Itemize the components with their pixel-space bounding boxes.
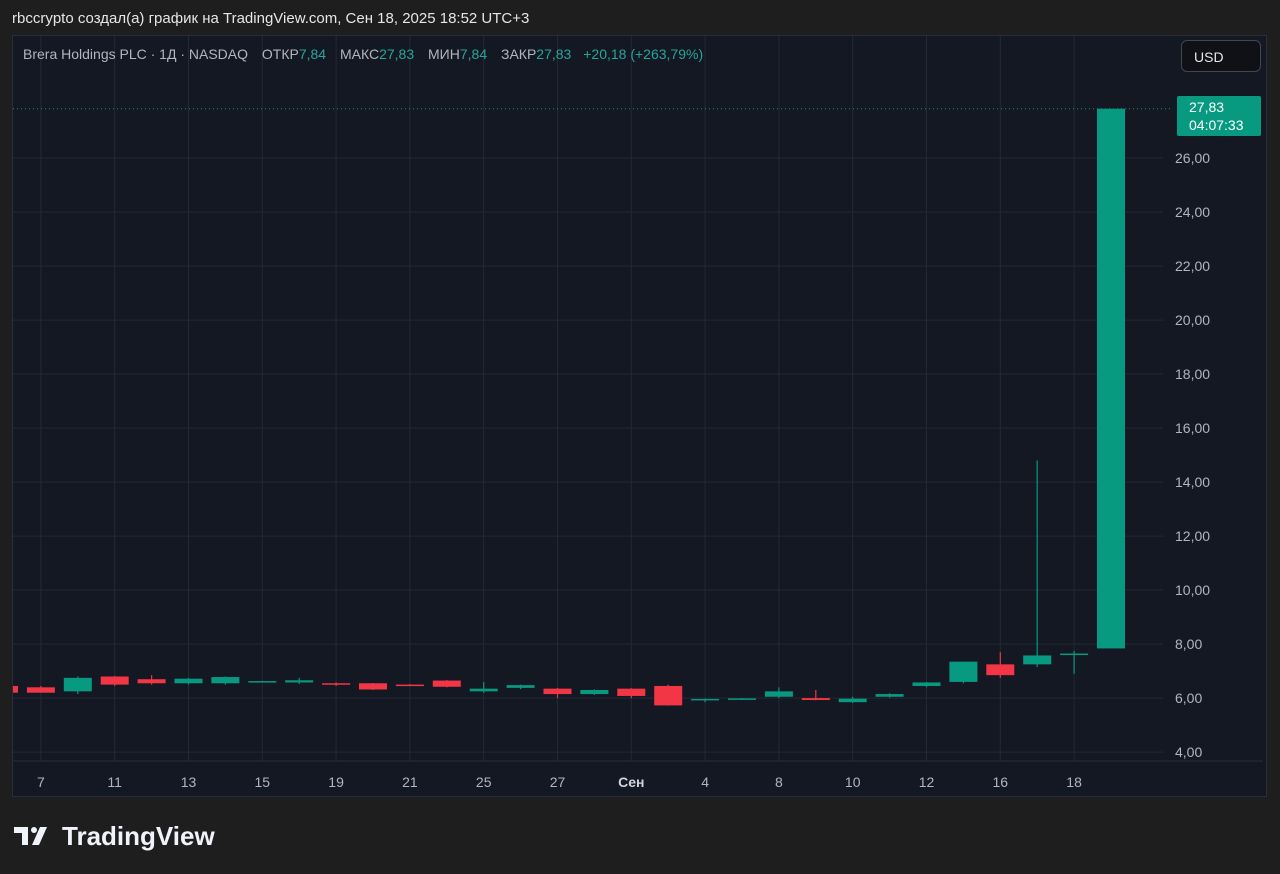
candle-body <box>26 687 55 693</box>
x-tick-label: 18 <box>1066 774 1082 790</box>
tradingview-logo: TradingView <box>14 820 215 852</box>
candle-body <box>838 698 867 703</box>
x-tick-label: 4 <box>701 774 709 790</box>
symbol-label[interactable]: Brera Holdings PLC · 1Д · NASDAQ <box>23 46 248 62</box>
candle-body <box>174 678 203 684</box>
candle-body <box>654 685 683 706</box>
y-tick-label: 24,00 <box>1175 204 1210 220</box>
candle-body <box>285 680 314 683</box>
x-tick-label: 25 <box>476 774 492 790</box>
y-tick-label: 14,00 <box>1175 474 1210 490</box>
x-tick-label: 21 <box>402 774 418 790</box>
last-price: 27,83 <box>1189 99 1225 115</box>
x-tick-label: 8 <box>775 774 783 790</box>
open-label: ОТКР <box>261 46 299 62</box>
candle-body <box>211 677 240 684</box>
candle-body <box>617 688 646 696</box>
close-value: 27,83 <box>536 46 572 62</box>
brand-name: TradingView <box>62 820 215 851</box>
candle-body <box>63 677 92 692</box>
candle-body <box>432 680 461 687</box>
close-label: ЗАКР <box>501 46 537 62</box>
bar-countdown: 04:07:33 <box>1189 117 1244 133</box>
candle-body <box>469 688 498 692</box>
high-value: 27,83 <box>379 46 415 62</box>
y-tick-label: 8,00 <box>1175 636 1202 652</box>
x-tick-label: 16 <box>993 774 1009 790</box>
candle-body <box>1023 655 1052 665</box>
x-tick-label: 15 <box>255 774 271 790</box>
candle-body <box>875 694 904 697</box>
candle-body <box>986 664 1015 676</box>
candle-body <box>543 688 572 695</box>
candle-body <box>801 698 830 700</box>
tradingview-logo-icon <box>14 827 47 845</box>
x-tick-label: 19 <box>328 774 344 790</box>
change-value: +20,18 (+263,79%) <box>583 46 704 62</box>
y-tick-label: 4,00 <box>1175 744 1202 760</box>
x-tick-label: 27 <box>550 774 566 790</box>
y-tick-label: 20,00 <box>1175 312 1210 328</box>
y-tick-label: 18,00 <box>1175 366 1210 382</box>
y-tick-label: 12,00 <box>1175 528 1210 544</box>
y-tick-label: 22,00 <box>1175 258 1210 274</box>
chart-panel[interactable]: 4,00 6,00 8,00 10,00 12,00 14,00 16,00 18,00 20,… <box>12 35 1267 797</box>
y-tick-label: 10,00 <box>1175 582 1210 598</box>
x-tick-label: Сен <box>618 774 644 790</box>
candle-body <box>13 685 18 693</box>
high-label: МАКС <box>339 46 380 62</box>
chart-credit: rbccrypto создал(а) график на TradingVie… <box>12 10 530 27</box>
candle-body <box>691 698 720 701</box>
candle-body <box>1097 108 1125 649</box>
candle-body <box>395 684 424 687</box>
candle-body <box>137 679 166 684</box>
x-tick-label: 10 <box>845 774 861 790</box>
candle-body <box>359 683 387 690</box>
x-tick-label: 12 <box>919 774 935 790</box>
candle-body <box>764 691 793 697</box>
low-value: 7,84 <box>459 46 488 62</box>
candle-body <box>100 676 129 685</box>
candle-body <box>1060 653 1089 656</box>
open-value: 7,84 <box>298 46 327 62</box>
candle-body <box>322 683 351 685</box>
y-tick-label: 6,00 <box>1175 690 1202 706</box>
y-tick-label: 26,00 <box>1175 150 1210 166</box>
last-price-tag: 27,83 04:07:33 <box>1177 96 1261 136</box>
x-tick-label: 7 <box>37 774 45 790</box>
candle-body <box>506 685 535 688</box>
currency-button[interactable]: USD <box>1181 40 1261 72</box>
x-tick-label: 11 <box>107 774 122 790</box>
x-tick-label: 13 <box>181 774 197 790</box>
candle-body <box>248 681 277 683</box>
y-tick-label: 16,00 <box>1175 420 1210 436</box>
low-label: МИН <box>428 46 460 62</box>
ohlc-legend: Brera Holdings PLC · 1Д · NASDAQ ОТКР7,8… <box>23 46 703 62</box>
candle-body <box>580 690 609 695</box>
candle-body <box>912 682 941 686</box>
candle-body <box>728 698 756 700</box>
candle-body <box>949 661 978 682</box>
candlestick-chart[interactable]: 4,00 6,00 8,00 10,00 12,00 14,00 16,00 18,00 20,… <box>13 36 1266 796</box>
